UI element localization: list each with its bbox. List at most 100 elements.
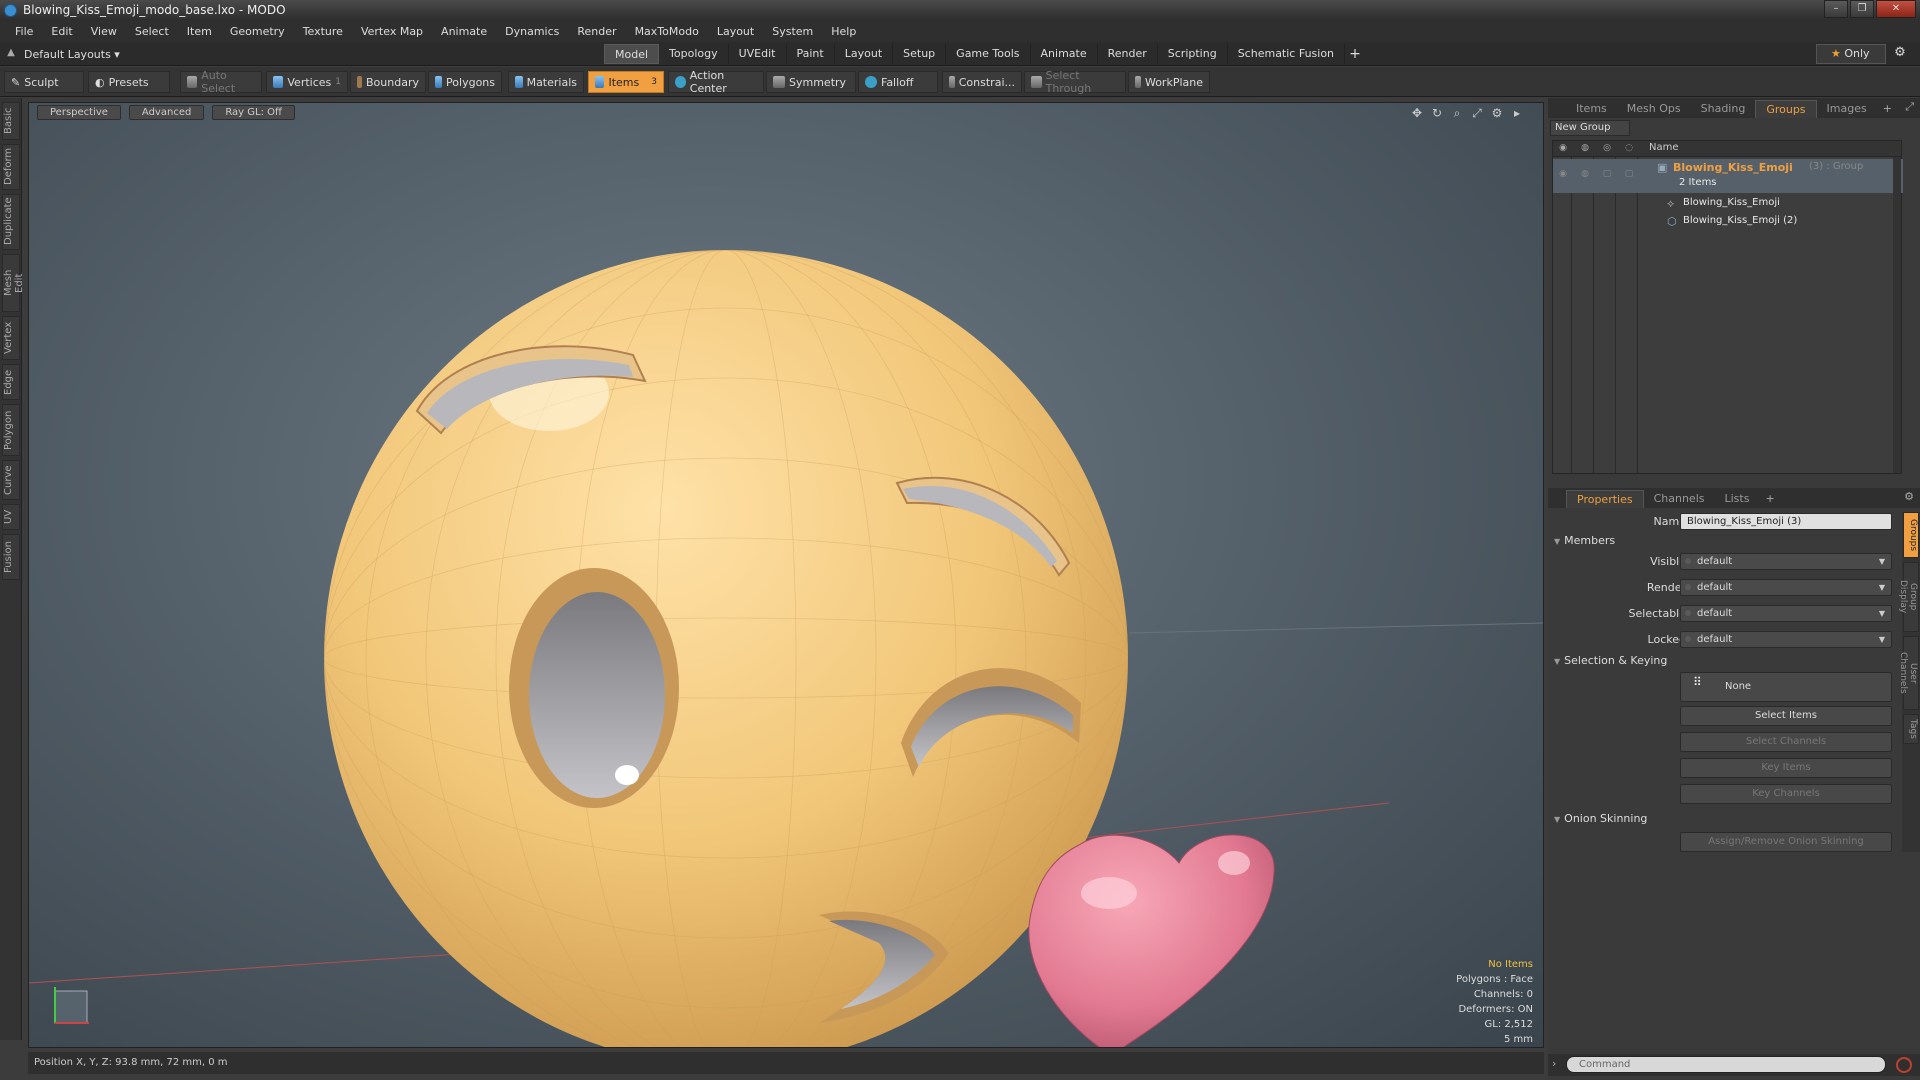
tab-images[interactable]: Images	[1817, 100, 1877, 118]
sculpt-button[interactable]: ✎ Sculpt	[4, 71, 84, 93]
select-channels-button[interactable]: Select Channels	[1680, 732, 1892, 752]
left-tab-mesh-edit[interactable]: Mesh Edit	[2, 254, 25, 312]
add-tab-button[interactable]: +	[1345, 44, 1365, 64]
action-center-button[interactable]: Action Center	[668, 69, 764, 95]
close-button[interactable]: ✕	[1876, 0, 1916, 18]
visibility-toggle-icon[interactable]: ◉	[1557, 169, 1569, 181]
polygons-button[interactable]: Polygons	[428, 71, 502, 93]
tab-shading[interactable]: Shading	[1691, 100, 1756, 118]
perspective-button[interactable]: Perspective	[37, 105, 121, 120]
side-tab-group-display[interactable]: Group Display	[1898, 562, 1919, 632]
tab-channels[interactable]: Channels	[1644, 490, 1715, 508]
materials-button[interactable]: Materials	[508, 71, 584, 93]
tab-render[interactable]: Render	[1098, 44, 1158, 64]
selection-keying-section[interactable]: ▼ Selection & Keying	[1554, 654, 1667, 667]
left-tab-deform[interactable]: Deform	[2, 144, 20, 190]
key-channels-button[interactable]: Key Channels	[1680, 784, 1892, 804]
visible-select[interactable]: default ▼	[1680, 553, 1892, 570]
menu-texture[interactable]: Texture	[294, 25, 352, 38]
render-select[interactable]: default ▼	[1680, 579, 1892, 596]
select-items-button[interactable]: Select Items	[1680, 706, 1892, 726]
menu-dynamics[interactable]: Dynamics	[496, 25, 568, 38]
constraint-button[interactable]: Constrai...	[942, 71, 1022, 93]
expand-panel-icon[interactable]: ⤢	[1905, 100, 1914, 114]
left-tab-curve[interactable]: Curve	[2, 460, 20, 500]
group-row[interactable]: ◉ ◍ ▢ ▢ ▣ Blowing_Kiss_Emoji (3) : Group…	[1553, 159, 1903, 193]
tab-layout[interactable]: Layout	[835, 44, 894, 64]
layout-toggle-icon[interactable]: ▲	[4, 47, 18, 61]
menu-view[interactable]: View	[82, 25, 126, 38]
viewport-menu-icon[interactable]: ▸	[1509, 105, 1525, 121]
advanced-button[interactable]: Advanced	[128, 105, 205, 120]
left-tab-uv[interactable]: UV	[2, 504, 20, 530]
falloff-button[interactable]: Falloff	[858, 71, 938, 93]
maximize-button[interactable]: ❐	[1850, 0, 1874, 18]
tab-animate[interactable]: Animate	[1031, 44, 1098, 64]
workplane-button[interactable]: WorkPlane	[1128, 71, 1210, 93]
groups-scrollbar[interactable]	[1893, 157, 1901, 473]
gear-icon[interactable]: ⚙	[1890, 45, 1910, 63]
command-history-icon[interactable]	[1896, 1057, 1912, 1073]
assign-onion-button[interactable]: Assign/Remove Onion Skinning	[1680, 832, 1892, 852]
menu-system[interactable]: System	[763, 25, 822, 38]
left-tab-vertex[interactable]: Vertex	[2, 316, 20, 360]
menu-vertex-map[interactable]: Vertex Map	[352, 25, 432, 38]
3d-viewport[interactable]: Perspective Advanced Ray GL: Off ✥ ↻ ⌕ ⤢…	[28, 102, 1544, 1048]
onion-skinning-section[interactable]: ▼ Onion Skinning	[1554, 812, 1647, 825]
presets-button[interactable]: ◐ Presets	[88, 71, 170, 93]
menu-item[interactable]: Item	[178, 25, 221, 38]
members-section[interactable]: ▼ Members	[1554, 534, 1615, 547]
tab-schematic-fusion[interactable]: Schematic Fusion	[1228, 44, 1346, 64]
symmetry-button[interactable]: Symmetry	[766, 71, 856, 93]
fit-icon[interactable]: ⤢	[1469, 105, 1485, 121]
tab-groups[interactable]: Groups	[1755, 100, 1817, 118]
menu-render[interactable]: Render	[568, 25, 625, 38]
key-items-button[interactable]: Key Items	[1680, 758, 1892, 778]
tab-topology[interactable]: Topology	[659, 44, 729, 64]
left-tab-duplicate[interactable]: Duplicate	[2, 194, 20, 250]
left-tab-fusion[interactable]: Fusion	[2, 534, 20, 580]
menu-maxtomodo[interactable]: MaxToModo	[626, 25, 708, 38]
pan-icon[interactable]: ✥	[1409, 105, 1425, 121]
tab-model[interactable]: Model	[604, 44, 660, 64]
add-panel-tab-button[interactable]: +	[1877, 100, 1898, 118]
auto-select-button[interactable]: Auto Select	[180, 69, 262, 95]
menu-geometry[interactable]: Geometry	[221, 25, 294, 38]
tab-setup[interactable]: Setup	[893, 44, 947, 64]
keying-none-button[interactable]: ⠿ None	[1680, 672, 1892, 702]
lock-toggle-icon[interactable]: ▢	[1623, 169, 1635, 181]
menu-animate[interactable]: Animate	[432, 25, 496, 38]
select-toggle-icon[interactable]: ▢	[1601, 169, 1613, 181]
left-tab-edge[interactable]: Edge	[2, 364, 20, 400]
tab-mesh-ops[interactable]: Mesh Ops	[1617, 100, 1691, 118]
tab-scripting[interactable]: Scripting	[1158, 44, 1228, 64]
list-item[interactable]: ⟡ Blowing_Kiss_Emoji	[1553, 195, 1903, 213]
command-input[interactable]: Command	[1566, 1056, 1886, 1073]
side-tab-user-channels[interactable]: User Channels	[1898, 636, 1919, 710]
tab-paint[interactable]: Paint	[787, 44, 835, 64]
raygl-button[interactable]: Ray GL: Off	[212, 105, 295, 120]
left-tab-polygon[interactable]: Polygon	[2, 404, 20, 456]
name-field[interactable]: Blowing_Kiss_Emoji (3)	[1680, 513, 1892, 530]
items-button[interactable]: Items 3	[588, 71, 664, 93]
locked-select[interactable]: default ▼	[1680, 631, 1892, 648]
tab-items[interactable]: Items	[1566, 100, 1617, 118]
menu-edit[interactable]: Edit	[42, 25, 81, 38]
tab-properties[interactable]: Properties	[1566, 490, 1644, 508]
menu-layout[interactable]: Layout	[708, 25, 763, 38]
zoom-icon[interactable]: ⌕	[1449, 105, 1465, 121]
only-toggle[interactable]: ★ Only	[1816, 44, 1886, 64]
new-group-button[interactable]: New Group	[1550, 120, 1630, 136]
minimize-button[interactable]: –	[1824, 0, 1848, 18]
tab-uvedit[interactable]: UVEdit	[729, 44, 787, 64]
boundary-button[interactable]: Boundary	[350, 71, 426, 93]
select-through-button[interactable]: Select Through	[1024, 69, 1126, 95]
selectable-select[interactable]: default ▼	[1680, 605, 1892, 622]
left-tab-basic[interactable]: Basic	[2, 102, 20, 140]
add-properties-tab-button[interactable]: +	[1759, 490, 1780, 508]
rotate-icon[interactable]: ↻	[1429, 105, 1445, 121]
side-tab-groups[interactable]: Groups	[1903, 512, 1919, 558]
properties-settings-icon[interactable]: ⚙	[1904, 490, 1914, 503]
side-tab-tags[interactable]: Tags	[1903, 714, 1919, 744]
menu-help[interactable]: Help	[822, 25, 865, 38]
